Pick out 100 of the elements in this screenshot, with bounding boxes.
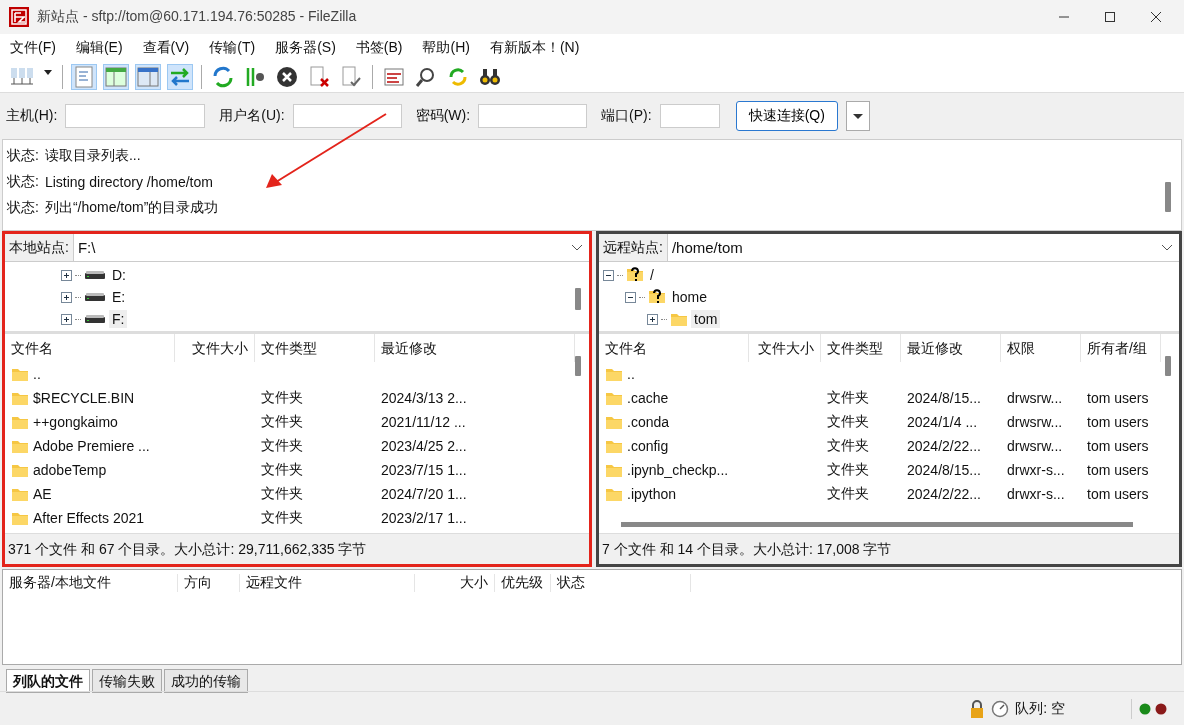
collapse-icon[interactable]: [603, 269, 614, 281]
scrollbar-thumb[interactable]: [575, 356, 581, 376]
menu-item[interactable]: 编辑(E): [75, 39, 123, 57]
log-message: 列出“/home/tom”的目录成功: [44, 199, 219, 217]
scrollbar-thumb[interactable]: [621, 522, 1133, 527]
folder-icon: [11, 390, 29, 406]
field-label: 端口(P):: [601, 107, 652, 125]
collapse-icon[interactable]: [625, 291, 636, 303]
input-field[interactable]: [659, 104, 720, 128]
table-cell-text: drwsrw...: [1006, 414, 1064, 430]
table-cell-text: 文件夹: [260, 485, 304, 503]
lock-icon: [969, 699, 986, 718]
table-cell-text: 2024/2/22...: [906, 438, 982, 454]
tab[interactable]: 列队的文件: [6, 669, 90, 693]
quickconnect-button[interactable]: 快速连接(Q): [735, 101, 838, 131]
drive-icon: [84, 312, 106, 326]
refresh-icon[interactable]: [211, 65, 235, 89]
column-header[interactable]: 文件大小: [175, 334, 255, 362]
table-cell-text: drwsrw...: [1006, 438, 1064, 454]
tree-item[interactable]: D:: [109, 266, 129, 284]
scrollbar-thumb[interactable]: [1165, 356, 1171, 376]
field-label: 用户名(U):: [219, 107, 285, 125]
tab[interactable]: 传输失败: [92, 669, 162, 693]
list-icon[interactable]: [382, 65, 406, 89]
folder-icon: [605, 366, 623, 382]
site-label: 本地站点:: [5, 234, 74, 261]
cancel-icon[interactable]: [275, 65, 299, 89]
table-cell-text: drwsrw...: [1006, 390, 1064, 406]
menu-item[interactable]: 书签(B): [355, 39, 403, 57]
table-cell-text: 2023/7/15 1...: [380, 462, 468, 478]
column-header[interactable]: 文件名: [5, 334, 175, 362]
file-name: .conda: [627, 414, 670, 430]
remote-tree-icon[interactable]: [136, 65, 160, 89]
column-header[interactable]: 优先级: [495, 574, 551, 592]
tab[interactable]: 成功的传输: [164, 669, 248, 693]
folder-icon: [605, 414, 623, 430]
menu-item[interactable]: 服务器(S): [275, 39, 336, 57]
tree-item[interactable]: E:: [109, 288, 129, 306]
expand-icon[interactable]: [647, 313, 658, 325]
column-header[interactable]: 文件名: [599, 334, 749, 362]
column-header[interactable]: 方向: [178, 574, 240, 592]
file-name: After Effects 2021: [33, 510, 145, 526]
input-field[interactable]: [65, 104, 206, 128]
table-cell-text: 2021/11/12 ...: [380, 414, 467, 430]
column-header[interactable]: 大小: [415, 574, 495, 592]
maximize-icon[interactable]: [1104, 11, 1116, 23]
local-tree-icon[interactable]: [104, 65, 128, 89]
column-header[interactable]: 远程文件: [240, 574, 415, 592]
unknown-folder-icon: [626, 266, 644, 284]
column-header[interactable]: 权限: [1001, 334, 1081, 362]
table-cell-text: 2024/8/15...: [906, 462, 982, 478]
column-header[interactable]: 文件大小: [749, 334, 821, 362]
column-header[interactable]: 文件类型: [821, 334, 901, 362]
scrollbar-thumb[interactable]: [1165, 182, 1171, 212]
log-label: 状态:: [7, 199, 39, 217]
table-cell-text: 文件夹: [826, 437, 870, 455]
tree-item[interactable]: home: [669, 288, 711, 306]
column-header[interactable]: 最近修改: [901, 334, 1001, 362]
log-message: Listing directory /home/tom: [44, 174, 213, 190]
input-field[interactable]: [478, 104, 588, 128]
scrollbar-thumb[interactable]: [575, 288, 581, 310]
file-name: $RECYCLE.BIN: [33, 390, 135, 406]
column-header[interactable]: 文件类型: [255, 334, 375, 362]
expand-icon[interactable]: [61, 269, 72, 281]
expand-icon[interactable]: [61, 291, 72, 303]
folder-icon: [605, 390, 623, 406]
status-lights-icon: [1138, 701, 1168, 716]
dropdown-caret-icon[interactable]: [1161, 243, 1173, 252]
path-field[interactable]: /home/tom: [667, 239, 1161, 256]
menu-item[interactable]: 传输(T): [209, 39, 256, 57]
site-label: 远程站点:: [599, 234, 668, 261]
dropdown-button-icon[interactable]: [845, 101, 870, 131]
table-cell-text: 2024/7/20 1...: [380, 486, 468, 502]
table-cell-text: 文件夹: [826, 485, 870, 503]
folder-icon: [11, 486, 29, 502]
expand-icon[interactable]: [61, 313, 72, 325]
tree-item[interactable]: F:: [109, 310, 128, 328]
input-field[interactable]: [292, 104, 402, 128]
tree-item[interactable]: /: [647, 266, 657, 284]
reconnect-icon[interactable]: [339, 65, 363, 89]
file-name: .ipynb_checkp...: [627, 462, 729, 478]
tree-item[interactable]: tom: [691, 310, 721, 328]
close-icon[interactable]: [1150, 11, 1162, 23]
file-name: AE: [33, 486, 52, 502]
dropdown-caret-icon[interactable]: [571, 243, 583, 252]
file-name: .config: [627, 438, 669, 454]
menu-item[interactable]: 有新版本！(N): [489, 39, 580, 57]
menu-item[interactable]: 查看(V): [142, 39, 190, 57]
window-title: 新站点 - sftp://tom@60.171.194.76:50285 - FileZilla: [37, 8, 358, 26]
column-header[interactable]: 服务器/本地文件: [3, 574, 178, 592]
path-field[interactable]: F:\: [73, 239, 571, 256]
menu-item[interactable]: 文件(F): [10, 39, 56, 57]
folder-icon: [605, 438, 623, 454]
column-header[interactable]: 状态: [551, 574, 691, 592]
column-header[interactable]: 所有者/组: [1081, 334, 1161, 362]
disconnect-icon[interactable]: [307, 65, 331, 89]
transfer-arrows-icon[interactable]: [168, 65, 192, 89]
menu-item[interactable]: 帮助(H): [422, 39, 470, 57]
folder-icon: [11, 510, 29, 526]
queue-status: 队列: 空: [1015, 699, 1065, 718]
